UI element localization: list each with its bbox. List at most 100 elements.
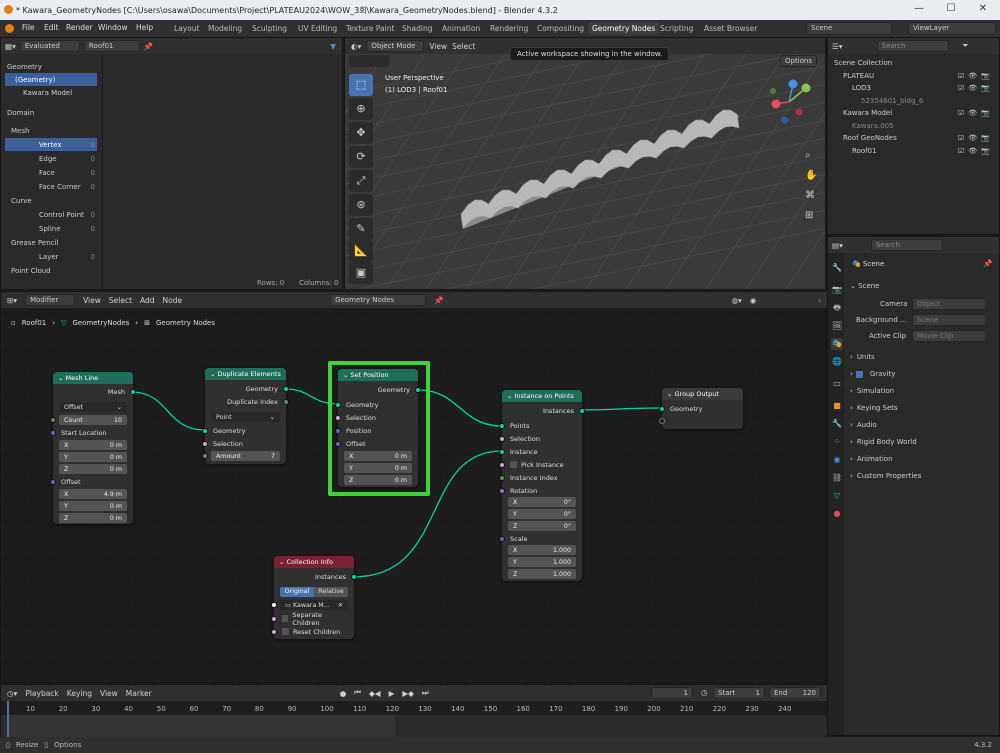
ortho-grid-icon[interactable]: ⊞ [805, 210, 813, 221]
modifier-tab-icon[interactable]: 🔧 [831, 418, 843, 430]
domain-item[interactable]: Vertex 0 [5, 138, 97, 151]
original-toggle[interactable]: Original [280, 587, 314, 597]
eye-icon[interactable]: 👁 [968, 147, 977, 155]
tab-geometry-nodes[interactable]: Geometry Nodes [588, 22, 660, 35]
scale-tool-icon[interactable]: ⤢ [349, 170, 373, 192]
viewport-editor-icon[interactable]: ◐▾ [351, 42, 361, 51]
dup-output-geometry-socket[interactable] [283, 386, 289, 392]
timeline-menu-playback[interactable]: Playback [25, 689, 58, 698]
jump-start-icon[interactable]: ⏮ [354, 688, 361, 698]
iop-scale-y-field[interactable]: Y 1.000 [508, 557, 576, 567]
properties-section[interactable]: › Simulation [850, 384, 990, 398]
node-menu-node[interactable]: Node [163, 296, 183, 305]
outliner-search[interactable]: Search [876, 40, 949, 52]
setpos-y-field[interactable]: Y0 m [344, 463, 412, 473]
move-tool-icon[interactable]: ✥ [349, 122, 373, 144]
eye-icon[interactable]: 👁 [968, 72, 977, 80]
node-group-output[interactable]: ⌄ Group Output Geometry [659, 388, 743, 429]
group-output-empty-socket[interactable] [659, 418, 665, 424]
iop-rot-y-field[interactable]: Y 0° [508, 509, 576, 519]
col-input-collection-socket[interactable] [271, 602, 277, 608]
outliner-editor-icon[interactable]: ☰▾ [832, 42, 843, 51]
timeline-menu-view[interactable]: View [100, 689, 118, 698]
overlay-toggle-icon[interactable]: ◍▾ [731, 296, 741, 305]
node-tree-pin-icon[interactable]: 📌 [434, 296, 443, 305]
setpos-z-field[interactable]: Z0 m [344, 475, 412, 485]
iop-input-index-socket[interactable] [499, 475, 505, 481]
3d-viewport[interactable]: ◐▾ Object Mode View Select Active worksp… [344, 37, 826, 290]
include-checkbox-icon[interactable]: ☑ [958, 134, 964, 142]
pan-hand-icon[interactable]: ✋ [805, 170, 817, 181]
play-icon[interactable]: ▶ [389, 689, 395, 698]
annotate-tool-icon[interactable]: ✎ [349, 218, 373, 240]
include-checkbox-icon[interactable]: ☑ [958, 109, 964, 117]
iop-scale-z-field[interactable]: Z 1.000 [508, 569, 576, 579]
start-frame-field[interactable]: Start 1 [713, 687, 765, 699]
outliner-item[interactable]: Scene Collection [834, 57, 892, 69]
offset-y-field[interactable]: Y0 m [59, 501, 127, 511]
editor-type-icon[interactable]: ▦▾ [5, 42, 16, 51]
input-offset-socket[interactable] [50, 479, 56, 485]
breadcrumb-node-tree[interactable]: Geometry Nodes [156, 319, 215, 327]
material-tab-icon[interactable]: ● [831, 508, 843, 520]
tab-compositing[interactable]: Compositing [533, 22, 588, 35]
input-count-socket[interactable] [50, 417, 56, 423]
prev-key-icon[interactable]: ◆◀ [369, 689, 381, 698]
node-sidebar-toggle-icon[interactable]: ‹ [818, 296, 821, 305]
view-layer-tab-icon[interactable]: 🖼 [831, 320, 843, 332]
viewport-menu-select[interactable]: Select [452, 42, 475, 51]
iop-input-scale-socket[interactable] [499, 536, 505, 542]
render-tab-icon[interactable]: 📷 [831, 284, 843, 296]
outliner-visibility-toggles[interactable]: ☑ 👁 📷 [958, 107, 990, 119]
offset-z-field[interactable]: Z0 m [59, 513, 127, 523]
reset-children-checkbox[interactable] [282, 628, 289, 635]
setpos-input-offset-socket[interactable] [335, 441, 341, 447]
object-tab-icon[interactable]: ■ [831, 400, 843, 412]
iop-output-socket[interactable] [579, 408, 585, 414]
jump-end-icon[interactable]: ⏭ [422, 688, 429, 698]
dup-input-amount-socket[interactable] [202, 453, 208, 459]
group-output-geometry-socket[interactable] [659, 406, 665, 412]
domain-item[interactable]: Edge 0 [5, 152, 97, 165]
node-set-position[interactable]: ⌄ Set Position Geometry Geometry Selecti… [335, 369, 421, 487]
camera-icon[interactable]: 📷 [981, 134, 990, 142]
tab-modeling[interactable]: Modeling [204, 22, 246, 35]
tab-rendering[interactable]: Rendering [486, 22, 532, 35]
start-z-field[interactable]: Z0 m [59, 464, 127, 474]
breadcrumb-object[interactable]: Roof01 [22, 319, 47, 327]
node-menu-select[interactable]: Select [109, 296, 132, 305]
setpos-input-geometry-socket[interactable] [335, 402, 341, 408]
setpos-input-position-socket[interactable] [335, 428, 341, 434]
select-tool-icon[interactable]: ⬚ [349, 74, 373, 96]
eye-icon[interactable]: 👁 [968, 84, 977, 92]
menu-edit[interactable]: Edit [44, 23, 59, 32]
cursor-tool-icon[interactable]: ⊕ [349, 98, 373, 120]
tab-uv-editing[interactable]: UV Editing [294, 22, 341, 35]
breadcrumb-modifier[interactable]: GeometryNodes [72, 319, 129, 327]
editor-context-dropdown[interactable]: Modifier [25, 294, 76, 306]
viewport-options-button[interactable]: Options [779, 55, 817, 67]
data-tab-icon[interactable]: ▽ [831, 490, 843, 502]
transform-space-toggle[interactable]: Original Relative [280, 587, 348, 597]
camera-field[interactable]: Object [912, 298, 986, 310]
separate-children-row[interactable]: Separate Children [274, 611, 354, 627]
properties-editor-icon[interactable]: ▤▾ [832, 241, 843, 250]
tab-sculpting[interactable]: Sculpting [248, 22, 291, 35]
dup-domain-dropdown[interactable]: Point ⌄ [211, 412, 280, 422]
outliner-item[interactable]: Kawara Model [843, 107, 892, 119]
tab-scripting[interactable]: Scripting [656, 22, 697, 35]
snap-toggle-icon[interactable]: ◉ [750, 296, 757, 305]
eye-icon[interactable]: 👁 [968, 109, 977, 117]
node-instance-on-points[interactable]: ⌄ Instance on Points Instances Points Se… [499, 390, 585, 581]
outliner-visibility-toggles[interactable]: ☑ 👁 📷 [958, 132, 990, 144]
include-checkbox-icon[interactable]: ☑ [958, 84, 964, 92]
timeline-menu-marker[interactable]: Marker [126, 689, 152, 698]
camera-icon[interactable]: 📷 [981, 109, 990, 117]
node-mesh-line[interactable]: ⌄ Mesh Line Mesh Offset ⌄ Count 10 Start L… [50, 372, 136, 524]
physics-tab-icon[interactable]: ◉ [831, 454, 843, 466]
current-frame-field[interactable]: 1 [651, 687, 693, 699]
node-duplicate-elements[interactable]: ⌄ Duplicate Elements Geometry Duplicate … [202, 368, 289, 464]
iop-input-selection-socket[interactable] [499, 436, 505, 442]
tab-texture-paint[interactable]: Texture Paint [342, 22, 398, 35]
rotate-tool-icon[interactable]: ⟳ [349, 146, 373, 168]
